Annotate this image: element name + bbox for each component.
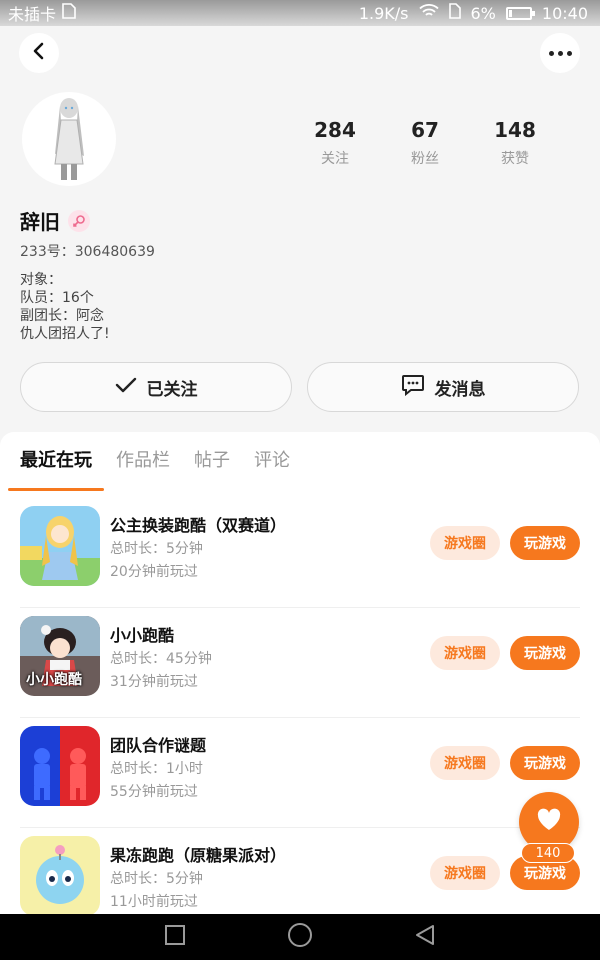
recent-apps-icon[interactable] [163, 923, 187, 951]
list-item[interactable]: 团队合作谜题 总时长：1小时 55分钟前玩过 游戏圈 玩游戏 [20, 718, 580, 828]
bio-line: 队员：16个 [20, 290, 94, 306]
more-dots-icon [548, 50, 572, 56]
send-message-button[interactable]: 发消息 [307, 362, 579, 412]
tab-recently-played[interactable]: 最近在玩 [8, 446, 104, 491]
send-message-label: 发消息 [434, 379, 486, 400]
game-name: 小小跑酷 [110, 626, 175, 645]
game-last-played: 11小时前玩过 [110, 894, 198, 910]
tab-comments[interactable]: 评论 [254, 446, 290, 488]
fans-label: 粉丝 [411, 151, 439, 167]
like-count-badge: 140 [521, 843, 575, 863]
user-bio: 对象： 队员：16个 副团长：阿念 仇人团招人了! [20, 271, 110, 343]
content-card: 最近在玩 作品栏 帖子 评论 公主换装跑酷（双赛道） 总时长：5分钟 20分钟前… [0, 432, 600, 915]
bio-line: 仇人团招人了! [20, 326, 110, 342]
user-id: 233号：306480639 [20, 244, 155, 260]
profile-tabs: 最近在玩 作品栏 帖子 评论 [0, 432, 600, 491]
play-game-button[interactable]: 玩游戏 [510, 526, 580, 560]
avatar[interactable] [22, 92, 116, 186]
list-item[interactable]: 公主换装跑酷（双赛道） 总时长：5分钟 20分钟前玩过 游戏圈 玩游戏 [20, 498, 580, 608]
followed-label: 已关注 [146, 379, 198, 400]
tab-posts[interactable]: 帖子 [194, 446, 230, 488]
stat-fans[interactable]: 67 粉丝 [380, 118, 470, 168]
game-duration: 总时长：5分钟 [110, 541, 203, 557]
battery-percent: 6% [470, 3, 496, 23]
tab-works[interactable]: 作品栏 [116, 446, 170, 488]
game-icon-princess-parkour[interactable] [20, 506, 100, 586]
game-last-played: 20分钟前玩过 [110, 564, 198, 580]
username-row: 辞旧 [20, 206, 90, 235]
game-duration: 总时长：45分钟 [110, 651, 212, 667]
chat-bubble-icon [401, 374, 425, 401]
chevron-left-icon [32, 42, 46, 64]
no-sim-icon [448, 3, 461, 23]
home-icon[interactable] [287, 922, 313, 952]
game-name: 果冻跑跑（原糖果派对） [110, 846, 287, 865]
back-button[interactable] [19, 33, 59, 73]
bio-line: 副团长：阿念 [20, 308, 104, 324]
battery-icon [505, 6, 535, 20]
game-icon-team-puzzle[interactable] [20, 726, 100, 806]
following-count: 284 [314, 118, 356, 142]
avatar-figure-icon [54, 98, 84, 180]
play-game-button[interactable]: 玩游戏 [510, 636, 580, 670]
game-icon-caption: 小小跑酷 [26, 672, 82, 688]
game-list: 公主换装跑酷（双赛道） 总时长：5分钟 20分钟前玩过 游戏圈 玩游戏 小小跑酷 [0, 498, 600, 915]
profile-stats: 284 关注 67 粉丝 148 获赞 [290, 118, 560, 168]
game-duration: 总时长：5分钟 [110, 871, 203, 887]
wifi-icon [418, 4, 439, 22]
game-circle-button[interactable]: 游戏圈 [430, 526, 500, 560]
network-speed: 1.9K/s [358, 3, 409, 23]
game-icon-jelly-run[interactable] [20, 836, 100, 915]
game-icon-little-parkour[interactable]: 小小跑酷 [20, 616, 100, 696]
game-circle-button[interactable]: 游戏圈 [430, 636, 500, 670]
stat-likes[interactable]: 148 获赞 [470, 118, 560, 168]
stat-following[interactable]: 284 关注 [290, 118, 380, 168]
back-triangle-icon[interactable] [413, 923, 437, 951]
system-nav-bar [0, 914, 600, 960]
game-name: 团队合作谜题 [110, 736, 207, 755]
game-name: 公主换装跑酷（双赛道） [110, 516, 287, 535]
status-bar: 未插卡 1.9K/s 6% 10:40 [0, 0, 600, 26]
game-circle-button[interactable]: 游戏圈 [430, 746, 500, 780]
likes-label: 获赞 [501, 151, 529, 167]
play-game-button[interactable]: 玩游戏 [510, 746, 580, 780]
check-icon [115, 376, 137, 399]
sim-icon [62, 3, 76, 23]
game-circle-button[interactable]: 游戏圈 [430, 856, 500, 890]
heart-icon [536, 808, 562, 836]
game-last-played: 55分钟前玩过 [110, 784, 198, 800]
clock: 10:40 [541, 3, 588, 23]
game-last-played: 31分钟前玩过 [110, 674, 198, 690]
game-duration: 总时长：1小时 [110, 761, 203, 777]
username: 辞旧 [20, 210, 60, 234]
bio-line: 对象： [20, 272, 62, 288]
likes-count: 148 [494, 118, 536, 142]
fans-count: 67 [411, 118, 439, 142]
list-item[interactable]: 小小跑酷 小小跑酷 总时长：45分钟 31分钟前玩过 游戏圈 玩游戏 [20, 608, 580, 718]
carrier-text: 未插卡 [8, 5, 57, 24]
following-label: 关注 [321, 151, 349, 167]
more-options-button[interactable] [540, 33, 580, 73]
followed-button[interactable]: 已关注 [20, 362, 292, 412]
female-gender-icon [68, 209, 90, 232]
list-item[interactable]: 果冻跑跑（原糖果派对） 总时长：5分钟 11小时前玩过 游戏圈 玩游戏 [20, 828, 580, 915]
